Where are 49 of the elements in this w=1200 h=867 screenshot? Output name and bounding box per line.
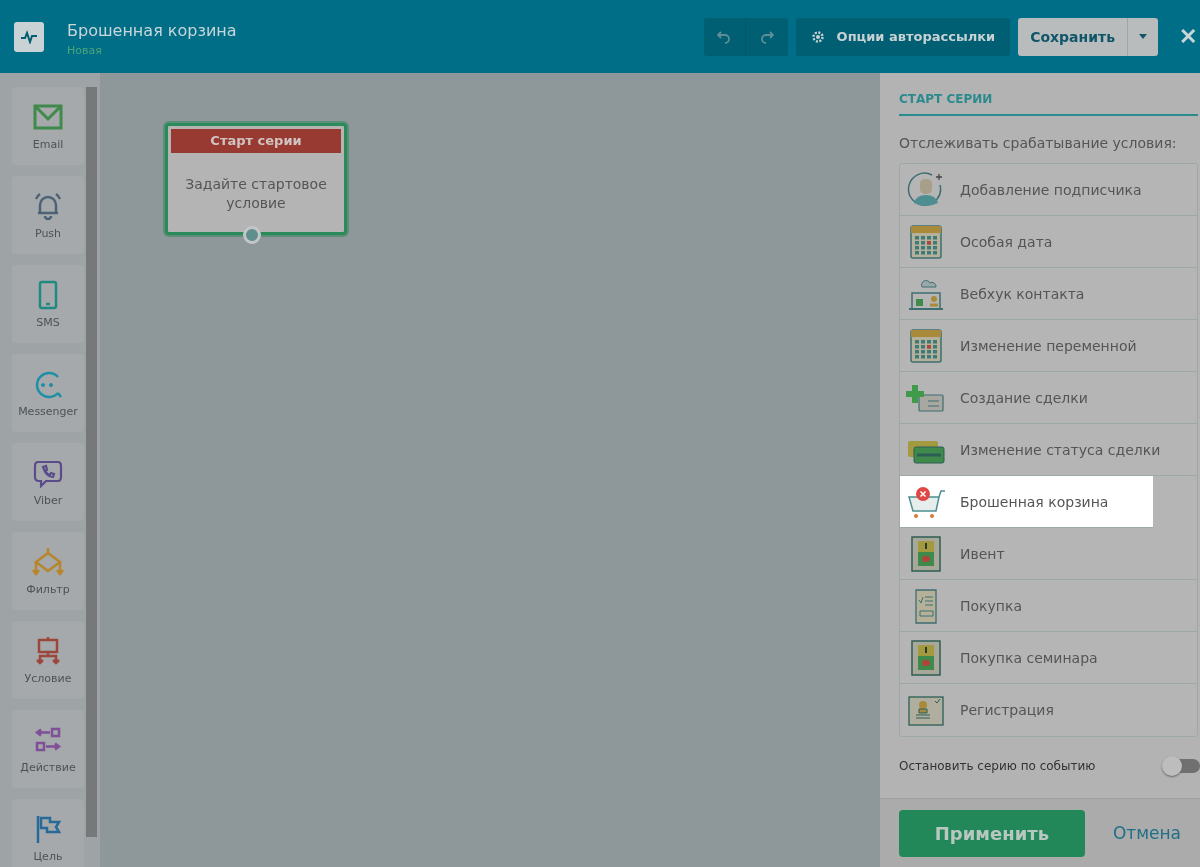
trigger-item[interactable]: Ивент: [900, 528, 1197, 580]
tool-label: Цель: [33, 849, 63, 863]
trigger-item[interactable]: Регистрация: [900, 684, 1197, 736]
trigger-item[interactable]: Покупка семинара: [900, 632, 1197, 684]
node-header: Старт серии: [171, 129, 341, 153]
start-node[interactable]: Старт серии Задайте стартовое условие: [165, 123, 347, 235]
cancel-link[interactable]: Отмена: [1112, 823, 1181, 843]
campaign-status: Новая: [67, 43, 103, 57]
trigger-item[interactable]: Особая дата: [900, 216, 1197, 268]
tool-tile[interactable]: Цель: [12, 799, 84, 867]
tool-tile[interactable]: Push: [12, 176, 84, 254]
panel-heading: СТАРТ СЕРИИ: [899, 73, 1198, 116]
options-button[interactable]: Опции авторассылки: [795, 17, 1011, 56]
tool-label: Действие: [20, 760, 76, 774]
bell-icon: [32, 190, 64, 221]
connector-port-icon[interactable]: [243, 226, 261, 244]
tool-label: Messenger: [18, 404, 78, 418]
trigger-item[interactable]: Изменение переменной: [900, 320, 1197, 372]
gear-icon: [810, 29, 825, 44]
undo-arrow-icon: [717, 29, 732, 44]
trigger-item[interactable]: Брошенная корзина: [900, 476, 1153, 528]
tool-label: Push: [34, 226, 62, 240]
scrollbar[interactable]: [86, 87, 97, 837]
branch-arrows-icon: [32, 546, 64, 577]
toggle-label: Остановить серию по событию: [899, 759, 1096, 773]
tool-tile[interactable]: Email: [12, 87, 84, 165]
trigger-item[interactable]: Вебхук контакта: [900, 268, 1197, 320]
pulse-logo-icon: [14, 21, 44, 52]
tool-tile[interactable]: Viber: [12, 443, 84, 521]
tool-label: Email: [32, 137, 64, 151]
redo-arrow-icon: [759, 29, 774, 44]
caret-icon: [1139, 34, 1147, 39]
tool-tile[interactable]: Messenger: [12, 354, 84, 432]
tool-tile[interactable]: Действие: [12, 710, 84, 788]
trigger-item[interactable]: Создание сделки: [900, 372, 1197, 424]
trigger-item[interactable]: Добавление подписчика: [900, 164, 1197, 216]
close-button[interactable]: ✕: [1176, 23, 1200, 50]
tool-tile[interactable]: Фильтр: [12, 532, 84, 610]
trigger-item[interactable]: Покупка: [900, 580, 1197, 632]
campaign-title: Брошенная корзина: [67, 20, 237, 40]
tool-label: SMS: [36, 315, 60, 329]
tool-label: Viber: [33, 493, 63, 507]
node-text: Задайте стартовое условие: [184, 175, 328, 213]
tool-tile[interactable]: Условие: [12, 621, 84, 699]
tool-label: Условие: [24, 671, 72, 685]
apply-button[interactable]: Применить: [899, 809, 1085, 857]
tool-tile[interactable]: SMS: [12, 265, 84, 343]
tool-label: Фильтр: [26, 582, 70, 596]
panel-prompt: Отслеживать срабатывание условия:: [899, 135, 1178, 151]
